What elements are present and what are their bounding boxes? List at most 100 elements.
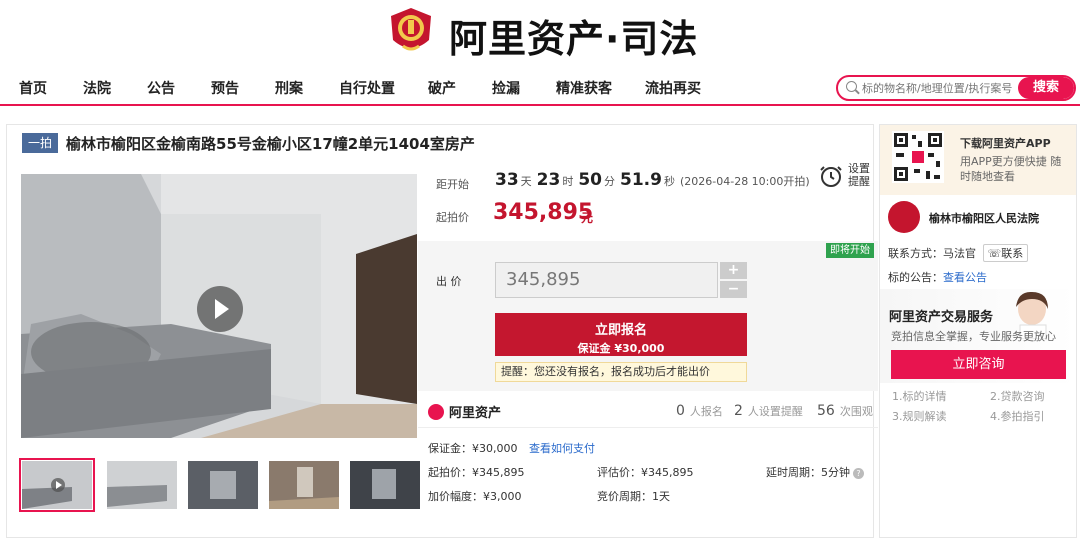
service-subtitle: 竞拍信息全掌握，专业服务更放心 — [891, 330, 1056, 343]
countdown-days: 33 — [495, 170, 519, 190]
brand-logo: 阿里资产 — [428, 402, 501, 421]
service-link-rules[interactable]: 3.规则解读 — [892, 408, 947, 424]
thumbnail-1[interactable] — [19, 458, 95, 512]
qr-code — [892, 131, 944, 183]
play-video-button[interactable] — [197, 286, 243, 332]
stat-label: 人设置提醒 — [747, 405, 803, 418]
alarm-clock-icon[interactable] — [820, 164, 842, 188]
nav-item-criminal[interactable]: 刑案 — [275, 78, 303, 98]
service-title: 阿里资产交易服务 — [889, 310, 994, 325]
bid-period-value: 1天 — [652, 490, 670, 503]
delay-key: 延时周期： — [766, 466, 821, 479]
listing-title: 榆林市榆阳区金榆南路55号金榆小区17幢2单元1404室房产 — [66, 135, 475, 153]
deposit-value: ¥30,000 — [472, 442, 518, 455]
deposit-row: 保证金：¥30,000 查看如何支付 — [428, 440, 595, 456]
thumbnail-3[interactable] — [188, 461, 258, 509]
nav-item-bargain[interactable]: 捡漏 — [492, 78, 520, 98]
countdown-hours: 23 — [536, 170, 561, 190]
nav-item-bankruptcy[interactable]: 破产 — [428, 78, 456, 98]
signup-label: 立即报名 — [594, 323, 647, 338]
seconds-unit: 秒 — [663, 175, 675, 188]
bid-period-row: 竞价周期：1天 — [597, 488, 670, 504]
nav-item-self-disposal[interactable]: 自行处置 — [339, 78, 395, 98]
stat-count: 56 — [817, 403, 835, 419]
delay-value: 5分钟 — [821, 466, 850, 479]
site-logo-text[interactable]: 阿里资产·司法 — [449, 8, 698, 63]
stat-signups: 0 人报名 — [676, 403, 723, 419]
court-emblem-icon — [888, 201, 920, 233]
notice-key: 标的公告： — [888, 271, 943, 284]
contact-name: 马法官 — [943, 247, 976, 260]
court-emblem-logo — [391, 8, 431, 51]
search-icon — [846, 81, 857, 92]
increment-row: 加价幅度：¥3,000 — [428, 488, 522, 504]
appraisal-row: 评估价：¥345,895 — [597, 464, 694, 480]
consult-button[interactable]: 立即咨询 — [891, 350, 1066, 379]
signup-button[interactable]: 立即报名 保证金 ¥30,000 — [495, 313, 747, 356]
status-badge: 即将开始 — [826, 243, 874, 258]
start-price-row: 起拍价：¥345,895 — [428, 464, 525, 480]
delay-row: 延时周期：5分钟? — [766, 464, 864, 480]
brand-name: 阿里资产 — [449, 406, 502, 421]
notice-row: 标的公告：查看公告 — [888, 269, 987, 285]
phone-icon: ☏ — [987, 247, 1002, 260]
search-input[interactable] — [862, 79, 1022, 97]
stat-count: 0 — [676, 403, 685, 419]
nav-item-home[interactable]: 首页 — [19, 78, 47, 98]
appraisal-key: 评估价： — [597, 466, 641, 479]
stat-label: 次围观 — [839, 405, 873, 418]
start-price-key: 起拍价： — [428, 466, 472, 479]
start-price-detail-value: ¥345,895 — [472, 466, 525, 479]
deposit-line: 保证金 ¥30,000 — [577, 342, 665, 355]
court-name[interactable]: 榆林市榆阳区人民法院 — [929, 210, 1039, 226]
stat-views: 56 次围观 — [817, 403, 873, 419]
contact-row: 联系方式：马法官 ☏联系 — [888, 244, 1029, 262]
days-unit: 天 — [520, 175, 532, 188]
help-icon[interactable]: ? — [853, 468, 864, 479]
appraisal-value: ¥345,895 — [641, 466, 694, 479]
bid-decrease-button[interactable]: − — [720, 281, 747, 298]
view-notice-link[interactable]: 查看公告 — [943, 271, 987, 284]
bid-increase-button[interactable]: + — [720, 262, 747, 279]
increment-key: 加价幅度： — [428, 490, 483, 503]
search-bar: 搜索 — [836, 75, 1076, 101]
search-button[interactable]: 搜索 — [1018, 77, 1074, 99]
start-price-label: 起拍价 — [436, 211, 469, 224]
service-link-guide[interactable]: 4.参拍指引 — [990, 408, 1045, 424]
stat-label: 人报名 — [689, 405, 723, 418]
nav-item-court[interactable]: 法院 — [83, 78, 111, 98]
deposit-key: 保证金： — [428, 442, 472, 455]
countdown-seconds: 51.9 — [620, 170, 662, 190]
thumbnail-4[interactable] — [269, 461, 339, 509]
start-price-value: 345,895 — [493, 200, 594, 225]
divider — [418, 427, 878, 428]
bid-period-key: 竞价周期： — [597, 490, 652, 503]
service-link-loan[interactable]: 2.贷款咨询 — [990, 388, 1045, 404]
thumbnail-5[interactable] — [350, 461, 420, 509]
contact-key: 联系方式： — [888, 247, 943, 260]
app-download-title[interactable]: 下载阿里资产APP — [960, 135, 1051, 151]
bid-label: 出 价 — [436, 275, 462, 288]
bid-amount-input[interactable]: 345,895 — [495, 262, 718, 298]
stat-count: 2 — [734, 403, 743, 419]
increment-value: ¥3,000 — [483, 490, 522, 503]
countdown-minutes: 50 — [578, 170, 603, 190]
nav-item-preview[interactable]: 预告 — [211, 78, 239, 98]
how-to-pay-link[interactable]: 查看如何支付 — [529, 442, 595, 455]
set-reminder-link[interactable]: 设置提醒 — [848, 162, 876, 188]
thumbnail-2[interactable] — [107, 461, 177, 509]
nav-item-rebuy[interactable]: 流拍再买 — [645, 78, 701, 98]
nav-item-notice[interactable]: 公告 — [147, 78, 175, 98]
hours-unit: 时 — [562, 175, 574, 188]
countdown-label: 距开始 — [436, 178, 469, 191]
round-badge: 一拍 — [22, 133, 58, 153]
contact-button[interactable]: ☏联系 — [982, 244, 1029, 262]
app-download-desc: 用APP更方便快捷 随时随地查看 — [960, 155, 1062, 183]
countdown: 33 天 23 时 50 分 51.9 秒 (2026-04-28 10:00开拍) — [495, 170, 810, 190]
contact-button-label: 联系 — [1001, 247, 1024, 260]
start-price-unit: 元 — [581, 211, 594, 225]
service-link-details[interactable]: 1.标的详情 — [892, 388, 947, 404]
nav-item-precise-leads[interactable]: 精准获客 — [556, 78, 612, 98]
stat-reminders: 2 人设置提醒 — [734, 403, 803, 419]
start-time: (2026-04-28 10:00开拍) — [679, 175, 810, 188]
